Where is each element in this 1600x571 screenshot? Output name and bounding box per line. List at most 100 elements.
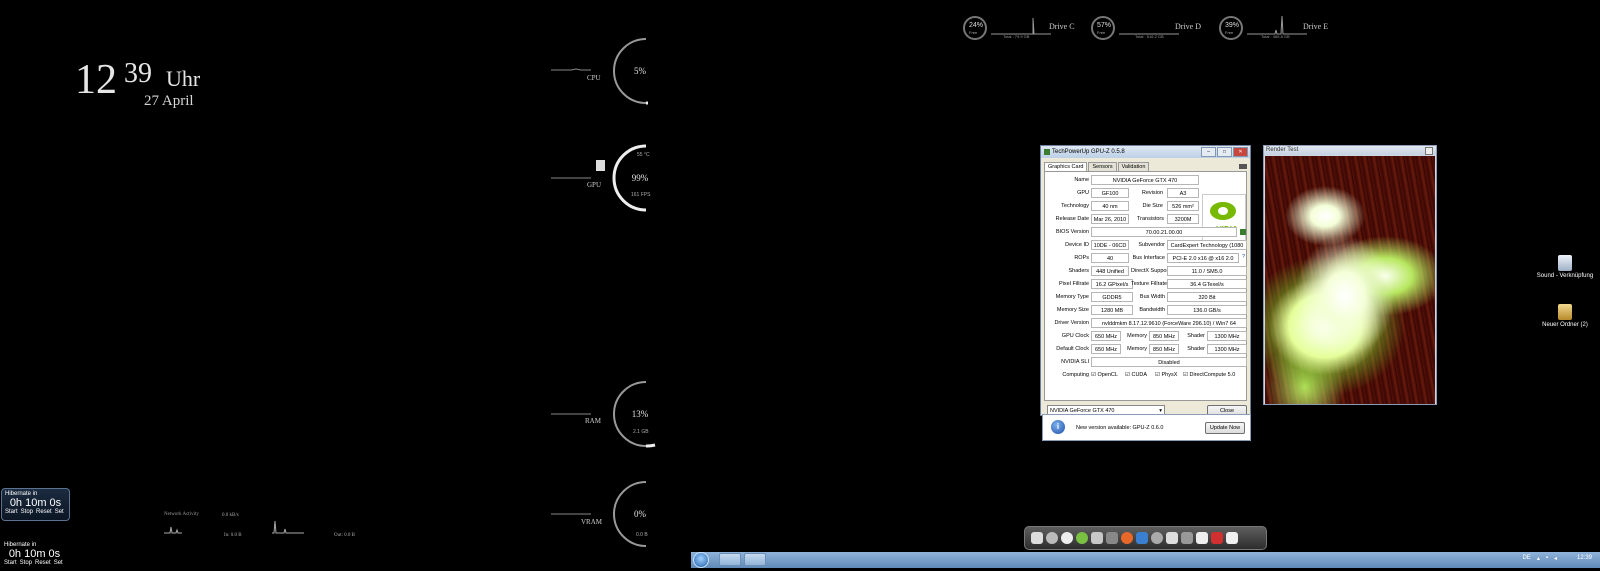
gpuz-titlebar[interactable]: TechPowerUp GPU-Z 0.5.8 – □ ✕	[1041, 146, 1250, 158]
close-window-button[interactable]: ✕	[1233, 147, 1248, 157]
clock-hour: 12	[75, 57, 117, 103]
dock-item-icon[interactable]	[1226, 532, 1238, 544]
camera-icon[interactable]	[1239, 164, 1247, 169]
drive-d-name: Drive D	[1175, 22, 1201, 31]
gpu-percent: 99%	[631, 173, 649, 183]
desktop-icon-sound-shortcut[interactable]: Sound - Verknüpfung	[1530, 255, 1600, 279]
driver-version-value: nvlddmkm 8.17.12.9610 (ForceWare 296.10)…	[1091, 318, 1247, 328]
dock-item-icon[interactable]	[1181, 532, 1193, 544]
texture-fillrate-value: 36.4 GTexel/s	[1167, 279, 1247, 289]
gpu-clock-shader-label: Shader	[1187, 333, 1205, 339]
ram-percent: 13%	[631, 409, 649, 419]
hibernate-stop-button[interactable]: Stop	[21, 509, 33, 515]
tray-language[interactable]: DE	[1522, 555, 1530, 562]
dock-item-icon[interactable]	[1196, 532, 1208, 544]
tray-clock[interactable]: 12:39	[1577, 555, 1592, 562]
dock-item-icon[interactable]	[1106, 532, 1118, 544]
drive-c-free-label: Free	[969, 30, 978, 35]
rops-value: 40	[1091, 253, 1129, 263]
hibernate-reset-button[interactable]: Reset	[35, 560, 51, 566]
transistors-value: 3200M	[1167, 214, 1199, 224]
hibernate-start-button[interactable]: Start	[5, 509, 18, 515]
drive-d-total: Total : 516.2 GB	[1135, 34, 1164, 39]
pixel-fillrate-label: Pixel Fillrate	[1059, 281, 1089, 287]
bus-help-icon[interactable]: ?	[1242, 254, 1245, 260]
drive-e-widget: 39% Free Total : 465.8 GB Drive E	[1219, 14, 1339, 44]
dock-item-icon[interactable]	[1136, 532, 1148, 544]
drive-d-widget: 57% Free Total : 516.2 GB Drive D	[1091, 14, 1211, 44]
hibernate-start-button[interactable]: Start	[4, 560, 17, 566]
tray-volume-icon[interactable]: ◂	[1554, 555, 1557, 562]
release-date-label: Release Date	[1055, 216, 1089, 222]
tray-network-icon[interactable]: ▪	[1546, 555, 1548, 562]
gpuz-app-icon	[1044, 149, 1050, 155]
update-notice: i New version available: GPU-Z 0.6.0 Upd…	[1042, 414, 1251, 441]
gpu-clock-shader-value: 1300 MHz	[1207, 331, 1247, 341]
maximize-button[interactable]: □	[1217, 147, 1232, 157]
dock-item-icon[interactable]	[1121, 532, 1133, 544]
hibernate-countdown: 0h 10m 0s	[9, 497, 62, 509]
bios-save-icon[interactable]	[1240, 229, 1246, 235]
bus-width-label: Bus Width	[1139, 294, 1165, 300]
directcompute-checkbox[interactable]: ☑ DirectCompute 5.0	[1183, 372, 1235, 378]
dock-item-icon[interactable]	[1166, 532, 1178, 544]
taskbar-gpuz-button[interactable]	[744, 553, 766, 566]
tray-arrow-icon[interactable]: ▴	[1537, 555, 1540, 562]
cuda-label: CUDA	[1131, 372, 1148, 378]
default-clock-shader-label: Shader	[1187, 346, 1205, 352]
die-size-label: Die Size	[1142, 203, 1163, 209]
hibernate-set-button[interactable]: Set	[54, 560, 63, 566]
dock-item-icon[interactable]	[1151, 532, 1163, 544]
update-now-button[interactable]: Update Now	[1205, 422, 1245, 434]
taskbar-explorer-button[interactable]	[719, 553, 741, 566]
memory-type-label: Memory Type	[1055, 294, 1089, 300]
tab-graphics-card[interactable]: Graphics Card	[1044, 162, 1088, 171]
gpuz-title: TechPowerUp GPU-Z 0.5.8	[1052, 149, 1125, 155]
folder-icon	[1558, 304, 1572, 320]
desktop-icon-new-folder[interactable]: Neuer Ordner (2)	[1530, 304, 1600, 328]
hibernate-title: Hibernate in	[5, 491, 38, 497]
opencl-checkbox[interactable]: ☑ OpenCL	[1091, 372, 1118, 378]
dock-item-icon[interactable]	[1076, 532, 1088, 544]
subvendor-value: CardExpert Technology (1080	[1167, 240, 1247, 250]
dock-item-icon[interactable]	[1046, 532, 1058, 544]
opencl-label: OpenCL	[1097, 372, 1118, 378]
hibernate-set-button[interactable]: Set	[55, 509, 64, 515]
drive-c-total: Total : 79.9 GB	[1003, 34, 1030, 39]
revision-label: Revision	[1141, 190, 1163, 196]
drive-e-name: Drive E	[1303, 22, 1329, 31]
hibernate-widget: Hibernate in 0h 10m 0s Start Stop Reset …	[1, 488, 70, 521]
ram-detail: 2.1 GB	[633, 429, 649, 435]
minimize-button[interactable]: –	[1201, 147, 1216, 157]
desktop-icon-label: Sound - Verknüpfung	[1536, 273, 1594, 279]
tab-sensors[interactable]: Sensors	[1088, 162, 1117, 171]
cuda-checkbox[interactable]: ☑ CUDA	[1125, 372, 1147, 378]
gpu-clock-label: GPU Clock	[1061, 333, 1089, 339]
dock-item-icon[interactable]	[1211, 532, 1223, 544]
info-icon: i	[1051, 420, 1065, 434]
hibernate-reset-button[interactable]: Reset	[36, 509, 52, 515]
start-button[interactable]	[693, 552, 709, 568]
drive-d-percent: 57%	[1096, 22, 1111, 29]
hibernate-stop-button[interactable]: Stop	[20, 560, 32, 566]
render-test-titlebar[interactable]: Render Test	[1264, 146, 1436, 155]
render-canvas	[1265, 156, 1435, 404]
cpu-label: CPU	[587, 74, 601, 82]
tab-validation[interactable]: Validation	[1117, 162, 1150, 171]
driver-version-label: Driver Version	[1054, 320, 1089, 326]
subvendor-label: Subvendor	[1138, 242, 1165, 248]
dock-item-icon[interactable]	[1031, 532, 1043, 544]
physx-checkbox[interactable]: ☑ PhysX	[1155, 372, 1177, 378]
ram-meter: 13% RAM 2.1 GB	[551, 380, 671, 450]
name-label: Name	[1074, 177, 1089, 183]
close-icon[interactable]	[1425, 147, 1433, 155]
default-clock-shader-value: 1300 MHz	[1207, 344, 1247, 354]
cpu-meter: 5% CPU	[551, 37, 671, 107]
name-value: NVIDIA GeForce GTX 470	[1091, 175, 1199, 185]
revision-value: A3	[1167, 188, 1199, 198]
directx-label: DirectX Support	[1131, 268, 1170, 274]
memory-size-label: Memory Size	[1056, 307, 1089, 313]
dock-item-icon[interactable]	[1061, 532, 1073, 544]
dock-item-icon[interactable]	[1091, 532, 1103, 544]
gpu-clock-value: 650 MHz	[1091, 331, 1121, 341]
